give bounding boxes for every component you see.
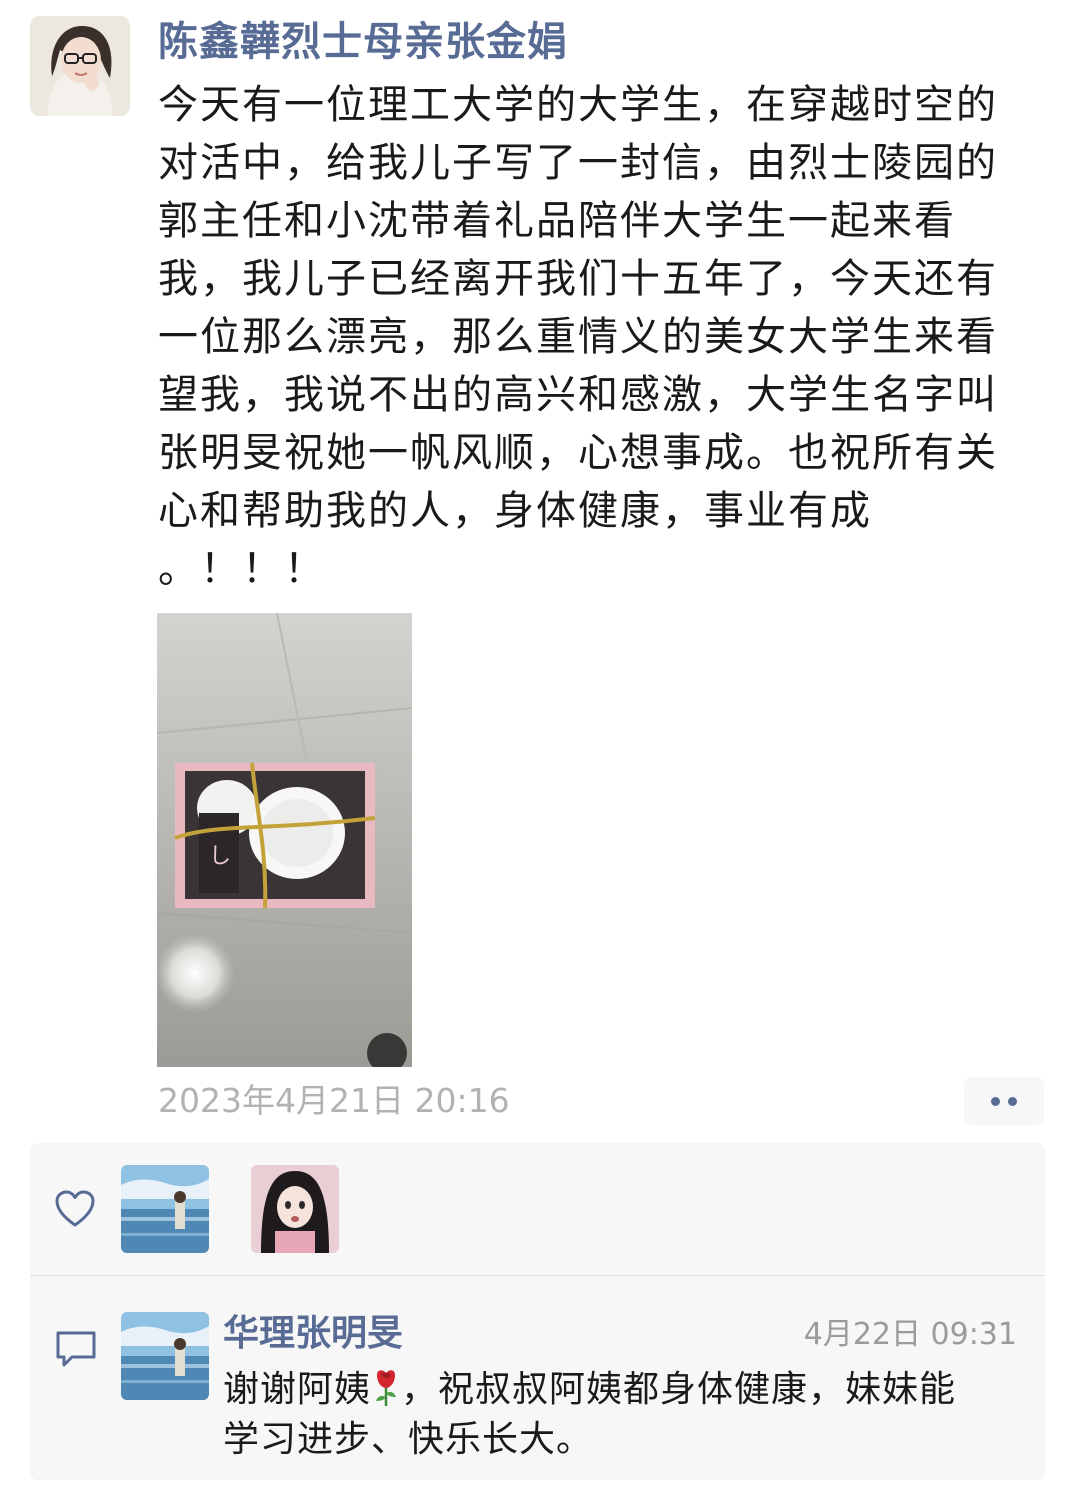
gift-box-photo: し: [157, 613, 412, 1067]
liker-avatar-image: [121, 1165, 209, 1253]
commenter-name[interactable]: 华理张明旻: [223, 1309, 403, 1359]
interaction-panel: 华理张明旻 4月22日 09:31 谢谢阿姨 ，祝叔叔阿姨都身体健康，妹妹能 学习…: [30, 1143, 1045, 1480]
poster-avatar-image: [30, 16, 130, 116]
rose-icon: [376, 1370, 397, 1406]
post-timestamp: 2023年4月21日 20:16: [158, 1081, 510, 1120]
commenter-avatar[interactable]: [121, 1312, 209, 1400]
comment-row[interactable]: 华理张明旻 4月22日 09:31 谢谢阿姨 ，祝叔叔阿姨都身体健康，妹妹能 学习…: [30, 1276, 1045, 1480]
more-dots-icon: [991, 1096, 1000, 1106]
post-text: 今天有一位理工大学的大学生，在穿越时空的 对活中，给我儿子写了一封信，由烈士陵园…: [158, 82, 998, 592]
post-photo[interactable]: し: [157, 613, 412, 1067]
svg-text:し: し: [209, 844, 231, 869]
more-dots-icon: [1008, 1096, 1017, 1106]
comment-text: 谢谢阿姨 ，祝叔叔阿姨都身体健康，妹妹能 学习进步、快乐长大。: [223, 1365, 1023, 1465]
liker-avatar-image: [251, 1165, 339, 1253]
more-actions-button[interactable]: [964, 1077, 1044, 1125]
comment-text-part: 谢谢阿姨: [223, 1369, 372, 1410]
likes-row: [30, 1143, 1045, 1275]
poster-name[interactable]: 陈鑫韡烈士母亲张金娟: [158, 14, 568, 70]
liker-avatar[interactable]: [251, 1165, 339, 1253]
liker-avatar[interactable]: [121, 1165, 209, 1253]
poster-avatar[interactable]: [30, 16, 130, 116]
commenter-avatar-image: [121, 1312, 209, 1400]
heart-icon: [55, 1190, 95, 1227]
comment-time: 4月22日 09:31: [803, 1317, 1017, 1352]
comment-icon: [56, 1331, 96, 1367]
